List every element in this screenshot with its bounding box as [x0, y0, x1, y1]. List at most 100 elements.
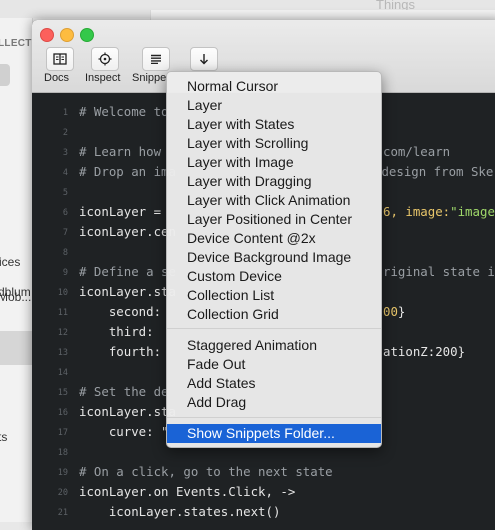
- code-line: 20 iconLayer.on Events.Click, ->: [32, 482, 495, 502]
- line-number: 18: [57, 448, 68, 458]
- line-number: 10: [57, 288, 68, 298]
- code-text: # On a click, go to the next state: [79, 464, 333, 479]
- line-number: 5: [62, 188, 68, 198]
- code-text: # Set the de: [79, 384, 169, 399]
- menu-item-add-states[interactable]: Add States: [167, 374, 381, 393]
- menu-item-layer-with-scrolling[interactable]: Layer with Scrolling: [167, 134, 381, 153]
- menu-item-label: Show Snippets Folder...: [187, 425, 335, 441]
- code-text: iconLayer =: [79, 204, 169, 219]
- menu-item-label: Collection Grid: [187, 306, 279, 322]
- code-line: 19 # On a click, go to the next state: [32, 462, 495, 482]
- line-number: 1: [62, 108, 68, 118]
- menu-item-layer-with-click-animation[interactable]: Layer with Click Animation: [167, 191, 381, 210]
- code-line: 21 iconLayer.states.next(): [32, 502, 495, 522]
- sidebar-header: LLECT: [0, 38, 32, 49]
- sidebar-selected-row[interactable]: [0, 331, 32, 365]
- docs-button[interactable]: [46, 47, 74, 71]
- code-text: iconLayer.states.next(): [79, 504, 281, 519]
- code-text: # Drop an ima: [79, 164, 176, 179]
- menu-item-collection-grid[interactable]: Collection Grid: [167, 305, 381, 324]
- line-number: 2: [62, 128, 68, 138]
- menu-item-add-drag[interactable]: Add Drag: [167, 393, 381, 412]
- docs-label: Docs: [44, 72, 70, 84]
- list-icon: [151, 54, 161, 64]
- menu-item-layer-positioned-in-center[interactable]: Layer Positioned in Center: [167, 210, 381, 229]
- code-text: # Define a se: [79, 264, 176, 279]
- line-number: 19: [57, 468, 68, 478]
- line-number: 3: [62, 148, 68, 158]
- menu-item-label: Add Drag: [187, 394, 247, 410]
- code-token: 00: [383, 304, 398, 319]
- sidebar-item[interactable]: ices: [0, 255, 20, 269]
- inspect-button[interactable]: [91, 47, 119, 71]
- code-text: iconLayer.on Events.Click, ->: [79, 484, 296, 499]
- menu-item-device-background-image[interactable]: Device Background Image: [167, 248, 381, 267]
- menu-item-label: Layer Positioned in Center: [187, 211, 352, 227]
- menu-item-label: Custom Device: [187, 268, 282, 284]
- menu-item-label: Collection List: [187, 287, 275, 303]
- menu-item-label: Layer: [187, 97, 223, 113]
- code-token: "images: [450, 204, 495, 219]
- code-token: }: [397, 304, 406, 319]
- line-number: 8: [62, 248, 68, 258]
- menu-item-label: Add States: [187, 375, 256, 391]
- menu-item-label: Layer with Image: [187, 154, 294, 170]
- code-text: # Welcome to: [79, 104, 169, 119]
- menu-item-label: Device Background Image: [187, 249, 352, 265]
- menu-item-label: Layer with States: [187, 116, 295, 132]
- code-token: 6, image:: [383, 204, 451, 219]
- line-number: 11: [57, 308, 68, 318]
- line-number: 21: [57, 508, 68, 518]
- sidebar-item[interactable]: ts: [0, 430, 7, 444]
- line-number: 15: [57, 388, 68, 398]
- menu-item-show-snippets-folder[interactable]: Show Snippets Folder...: [167, 424, 381, 443]
- minimize-window-button[interactable]: [60, 28, 74, 42]
- inspect-label: Inspect: [85, 72, 121, 84]
- menu-item-layer-with-image[interactable]: Layer with Image: [167, 153, 381, 172]
- menu-item-collection-list[interactable]: Collection List: [167, 286, 381, 305]
- menu-item-custom-device[interactable]: Custom Device: [167, 267, 381, 286]
- code-text: iconLayer.sta: [79, 404, 176, 419]
- menu-item-label: Layer with Click Animation: [187, 192, 351, 208]
- background-sidebar: LLECT dblum ices Mob... ts: [0, 18, 33, 522]
- menu-item-fade-out[interactable]: Fade Out: [167, 355, 381, 374]
- snippets-button[interactable]: [142, 47, 170, 71]
- menu-item-layer[interactable]: Layer: [167, 96, 381, 115]
- menu-item-staggered-animation[interactable]: Staggered Animation: [167, 336, 381, 355]
- line-number: 12: [57, 328, 68, 338]
- line-number: 7: [62, 228, 68, 238]
- code-fragment: com/learn: [383, 144, 451, 159]
- code-text: iconLayer.sta: [79, 284, 176, 299]
- arrow-down-icon: [200, 54, 208, 65]
- menu-separator: [167, 328, 381, 329]
- code-text: iconLayer.cen: [79, 224, 176, 239]
- crosshair-icon: [98, 52, 112, 66]
- line-number: 9: [62, 268, 68, 278]
- line-number: 17: [57, 428, 68, 438]
- zoom-window-button[interactable]: [80, 28, 94, 42]
- code-fragment: 6, image:"images: [383, 204, 495, 219]
- line-number: 14: [57, 368, 68, 378]
- code-text: curve: ": [79, 424, 169, 439]
- code-text: fourth:: [79, 344, 169, 359]
- line-number: 6: [62, 208, 68, 218]
- book-icon: [53, 53, 67, 65]
- code-text: second:: [79, 304, 169, 319]
- line-number: 16: [57, 408, 68, 418]
- menu-item-device-content[interactable]: Device Content @2x: [167, 229, 381, 248]
- line-number: 4: [62, 168, 68, 178]
- menu-item-normal-cursor[interactable]: Normal Cursor: [167, 77, 381, 96]
- menu-item-label: Layer with Dragging: [187, 173, 312, 189]
- snippets-label: Snippe: [132, 72, 167, 84]
- menu-item-layer-with-states[interactable]: Layer with States: [167, 115, 381, 134]
- line-number: 20: [57, 488, 68, 498]
- snippets-menu: Normal Cursor Layer Layer with States La…: [166, 71, 382, 448]
- sidebar-button[interactable]: [0, 64, 10, 86]
- close-window-button[interactable]: [40, 28, 54, 42]
- menu-separator: [167, 417, 381, 418]
- sidebar-item[interactable]: Mob...: [0, 290, 31, 304]
- menu-item-layer-with-dragging[interactable]: Layer with Dragging: [167, 172, 381, 191]
- line-number: 13: [57, 348, 68, 358]
- menu-item-label: Staggered Animation: [187, 337, 317, 353]
- download-button[interactable]: [190, 47, 218, 71]
